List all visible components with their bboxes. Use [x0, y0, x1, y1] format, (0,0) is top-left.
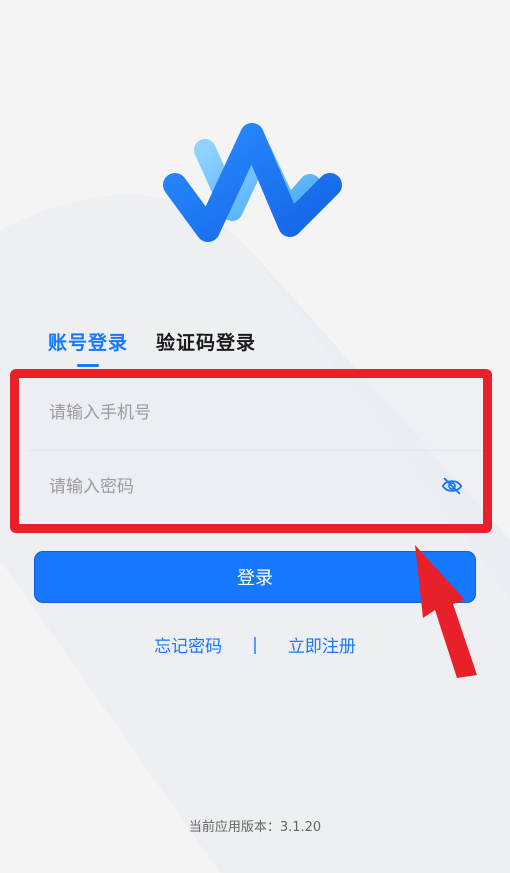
tab-code-login-label: 验证码登录 [156, 332, 257, 354]
app-logo [163, 123, 342, 242]
register-link[interactable]: 立即注册 [288, 632, 356, 657]
annotation-arrow [415, 545, 477, 678]
active-tab-indicator [77, 364, 99, 367]
link-separator: | [252, 634, 258, 655]
tab-code-login[interactable]: 验证码登录 [156, 328, 256, 367]
forgot-password-link[interactable]: 忘记密码 [154, 632, 222, 657]
tab-account-login-label: 账号登录 [48, 332, 129, 354]
annotation-highlight-box [10, 369, 492, 533]
login-button-label: 登录 [237, 568, 273, 589]
auth-links: 忘记密码 | 立即注册 [0, 632, 510, 658]
app-version: 当前应用版本：3.1.20 [188, 820, 322, 835]
login-tabs: 账号登录 验证码登录 [48, 328, 256, 367]
tab-account-login[interactable]: 账号登录 [48, 328, 128, 367]
